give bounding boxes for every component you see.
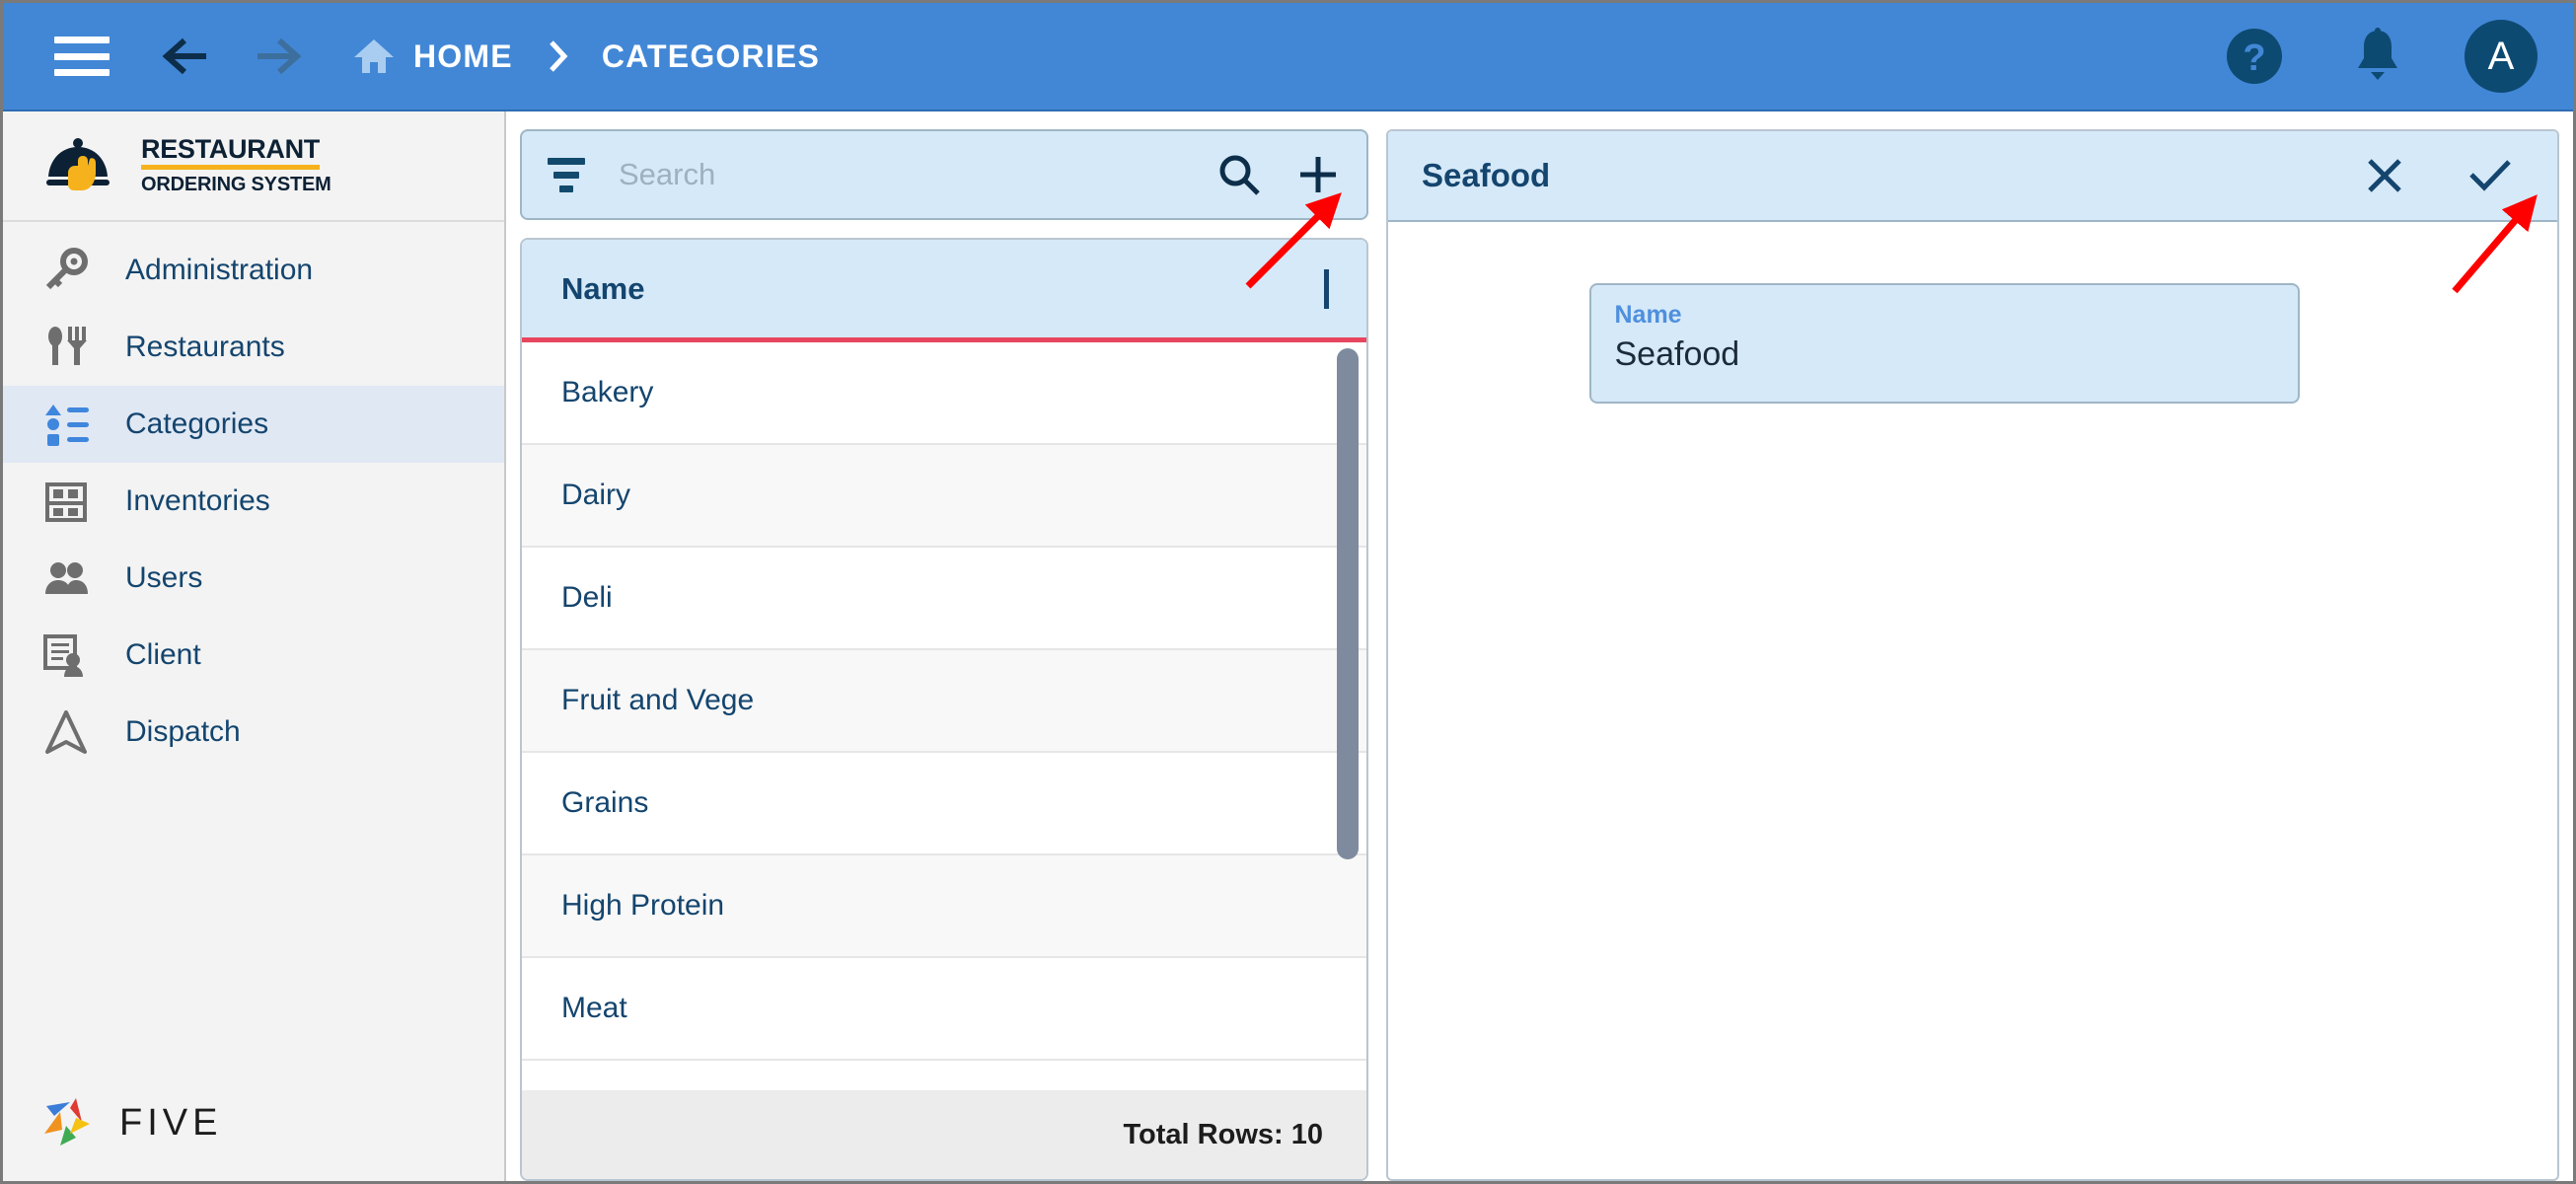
- search-icon[interactable]: [1216, 152, 1262, 197]
- save-check-icon[interactable]: [2466, 155, 2514, 196]
- brand-line2: ORDERING SYSTEM: [141, 173, 331, 195]
- table-row[interactable]: Fruit and Vege: [522, 650, 1366, 753]
- categories-list-panel: Name Bakery Dairy Deli: [520, 129, 1368, 1181]
- sidebar-label-administration: Administration: [125, 254, 314, 286]
- table-row[interactable]: Grains: [522, 753, 1366, 855]
- sidebar-label-categories: Categories: [125, 407, 269, 440]
- name-field[interactable]: Name Seafood: [1588, 283, 2300, 404]
- five-pinwheel-icon: [40, 1090, 106, 1156]
- name-field-label: Name: [1614, 301, 1682, 329]
- five-wordmark: FIVE: [119, 1101, 223, 1144]
- table-row[interactable]: Dairy: [522, 445, 1366, 548]
- brand-logo[interactable]: RESTAURANT ORDERING SYSTEM: [3, 111, 504, 222]
- sidebar-item-dispatch[interactable]: Dispatch: [3, 694, 504, 771]
- table-row[interactable]: High Protein: [522, 855, 1366, 958]
- sidebar-nav: Administration Restaurants Categories In…: [3, 222, 504, 1065]
- name-field-value[interactable]: Seafood: [1615, 335, 2274, 374]
- table-row[interactable]: Deli: [522, 548, 1366, 650]
- client-card-icon: [42, 631, 104, 679]
- arrow-forward-icon[interactable]: [250, 35, 303, 78]
- shelf-icon: [42, 478, 104, 525]
- grid-column-name[interactable]: Name: [561, 271, 644, 307]
- sidebar-label-inventories: Inventories: [125, 484, 270, 517]
- filter-icon[interactable]: [544, 157, 589, 192]
- cell-name: Grains: [561, 786, 649, 819]
- app-body: RESTAURANT ORDERING SYSTEM Administratio…: [3, 111, 2573, 1181]
- add-record-plus-icon[interactable]: [1295, 152, 1341, 197]
- grid-footer: Total Rows: 10: [522, 1090, 1366, 1179]
- users-icon: [42, 555, 104, 602]
- main-content: Name Bakery Dairy Deli: [506, 111, 2573, 1181]
- sidebar: RESTAURANT ORDERING SYSTEM Administratio…: [3, 111, 506, 1181]
- cell-name: Fruit and Vege: [561, 684, 755, 716]
- sidebar-item-restaurants[interactable]: Restaurants: [3, 309, 504, 386]
- chevron-right-icon: [547, 39, 568, 73]
- grid-vertical-scrollbar[interactable]: [1337, 348, 1359, 1084]
- notification-bell-icon[interactable]: [2352, 27, 2403, 86]
- close-x-icon[interactable]: [2364, 155, 2405, 196]
- total-rows-label: Total Rows: 10: [1123, 1118, 1324, 1150]
- sidebar-label-client: Client: [125, 638, 201, 671]
- key-icon: [42, 247, 104, 294]
- cell-name: Deli: [561, 581, 613, 614]
- home-icon[interactable]: [352, 36, 396, 77]
- sidebar-item-users[interactable]: Users: [3, 540, 504, 617]
- table-row[interactable]: Meat: [522, 958, 1366, 1061]
- application-window: HOME CATEGORIES ? A RESTAURANT ORDERING …: [0, 0, 2576, 1184]
- cell-name: Meat: [561, 992, 627, 1024]
- cell-name: Bakery: [561, 376, 654, 408]
- scrollbar-thumb[interactable]: [1337, 348, 1359, 859]
- grid-header-row: Name: [522, 240, 1366, 342]
- brand-text: RESTAURANT ORDERING SYSTEM: [141, 135, 331, 195]
- detail-header: Seafood: [1388, 131, 2557, 222]
- dispatch-arrow-icon: [42, 708, 104, 756]
- breadcrumb-home[interactable]: HOME: [413, 38, 513, 75]
- user-avatar[interactable]: A: [2465, 20, 2538, 93]
- sidebar-item-inventories[interactable]: Inventories: [3, 463, 504, 540]
- top-navigation-bar: HOME CATEGORIES ? A: [3, 3, 2573, 111]
- help-circle-icon[interactable]: ?: [2224, 26, 2285, 87]
- detail-title: Seafood: [1422, 157, 1551, 193]
- table-row[interactable]: Bakery: [522, 342, 1366, 445]
- brand-line1: RESTAURANT: [141, 135, 320, 170]
- cloche-hand-icon: [44, 133, 127, 199]
- sidebar-label-dispatch: Dispatch: [125, 715, 241, 748]
- cell-name: High Protein: [561, 889, 725, 922]
- search-bar: [520, 129, 1368, 220]
- grid-rows-viewport: Bakery Dairy Deli Fruit and Vege Grains: [522, 342, 1366, 1090]
- categories-grid: Name Bakery Dairy Deli Fruit and Vege Gr…: [520, 238, 1368, 1181]
- sidebar-label-users: Users: [125, 561, 203, 594]
- breadcrumb-categories[interactable]: CATEGORIES: [602, 38, 820, 75]
- sidebar-label-restaurants: Restaurants: [125, 331, 285, 363]
- category-list-icon: [42, 401, 104, 448]
- cutlery-icon: [42, 324, 104, 371]
- sidebar-item-administration[interactable]: Administration: [3, 232, 504, 309]
- detail-form: Name Seafood: [1388, 222, 2557, 1179]
- svg-text:?: ?: [2243, 37, 2265, 79]
- cell-name: Dairy: [561, 479, 631, 511]
- search-input[interactable]: [619, 157, 1183, 192]
- sidebar-item-categories[interactable]: Categories: [3, 386, 504, 463]
- hamburger-menu-icon[interactable]: [54, 37, 110, 76]
- sidebar-item-client[interactable]: Client: [3, 617, 504, 694]
- column-resize-handle[interactable]: [1324, 268, 1329, 309]
- category-detail-panel: Seafood Name Seafood: [1386, 129, 2559, 1181]
- five-footer-logo: FIVE: [3, 1065, 504, 1181]
- arrow-back-icon[interactable]: [161, 35, 214, 78]
